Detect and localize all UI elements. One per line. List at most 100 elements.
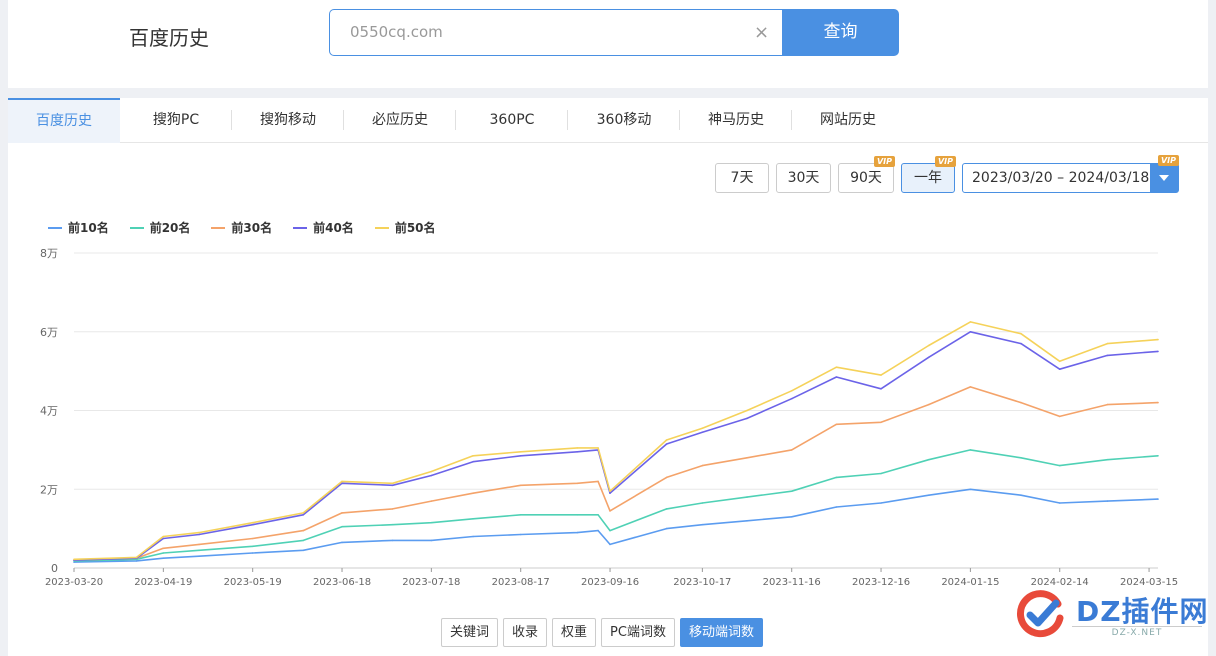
data-point <box>1020 342 1022 345</box>
data-point <box>746 457 748 459</box>
data-point <box>198 549 200 552</box>
data-point <box>519 455 522 457</box>
search-button[interactable]: 查询 <box>782 9 899 56</box>
data-point <box>472 535 474 538</box>
data-point <box>1157 455 1159 457</box>
data-point <box>927 344 930 347</box>
data-point <box>341 525 343 528</box>
data-point <box>609 510 611 512</box>
data-point <box>73 558 75 561</box>
data-point <box>472 455 474 457</box>
data-point <box>1058 415 1061 418</box>
indexed-button[interactable]: 收录 <box>503 618 548 647</box>
data-point <box>1020 494 1022 497</box>
data-point <box>790 516 793 518</box>
data-point <box>472 492 474 495</box>
data-point <box>576 447 579 449</box>
data-point <box>1106 342 1109 345</box>
data-point <box>198 533 200 536</box>
data-point <box>391 482 394 485</box>
search-input-value[interactable]: 0550cq.com <box>350 23 443 41</box>
data-point <box>1106 354 1109 357</box>
data-point <box>198 531 200 534</box>
data-point <box>1157 338 1159 341</box>
x-tick-label: 2023-08-17 <box>492 577 550 588</box>
x-tick-label: 2023-04-19 <box>134 577 192 588</box>
series-line-2 <box>73 449 1159 562</box>
data-point <box>1020 401 1022 404</box>
data-point <box>302 529 305 532</box>
series-line-3 <box>73 386 1159 561</box>
data-point <box>701 523 704 526</box>
data-point <box>135 560 138 562</box>
data-point <box>1157 498 1159 500</box>
data-point <box>746 520 748 522</box>
data-point <box>1157 401 1159 404</box>
data-point <box>969 321 972 323</box>
data-point <box>597 480 599 483</box>
data-point <box>880 421 882 424</box>
x-tick-label: 2024-01-15 <box>941 577 999 588</box>
data-point <box>251 523 254 526</box>
data-point <box>198 555 200 557</box>
data-point <box>597 529 599 532</box>
data-point <box>597 447 599 449</box>
watermark-url: DZ-X.NET <box>1072 626 1202 638</box>
data-point <box>609 490 611 493</box>
data-point <box>665 476 668 479</box>
data-point <box>927 356 930 359</box>
data-point <box>1058 360 1061 363</box>
data-point <box>927 494 930 497</box>
data-point <box>519 451 522 453</box>
series-line-5 <box>73 321 1159 561</box>
data-point <box>835 376 838 378</box>
data-point <box>1020 332 1022 335</box>
search-input[interactable]: 0550cq.com × <box>329 9 783 56</box>
weight-button[interactable]: 权重 <box>552 618 597 647</box>
data-point <box>1058 502 1061 504</box>
x-tick-label: 2023-10-17 <box>673 577 731 588</box>
data-point <box>609 492 611 495</box>
data-point <box>391 508 394 510</box>
data-point <box>251 537 254 540</box>
data-point <box>341 512 343 514</box>
data-point <box>198 543 200 546</box>
data-point <box>597 514 599 516</box>
data-point <box>576 514 579 516</box>
clear-icon[interactable]: × <box>754 22 769 43</box>
data-point <box>701 431 704 434</box>
data-point <box>162 547 165 550</box>
data-point <box>472 460 474 463</box>
data-point <box>1106 458 1109 461</box>
pc-word-count-button[interactable]: PC端词数 <box>601 618 675 647</box>
data-point <box>609 529 611 532</box>
data-point <box>302 512 305 514</box>
data-point <box>341 480 343 483</box>
y-tick-label: 0 <box>51 562 58 575</box>
data-point <box>430 539 433 542</box>
data-point <box>969 488 972 491</box>
data-point <box>790 490 793 493</box>
data-point <box>519 484 522 487</box>
data-point <box>519 514 522 516</box>
watermark: DZ插件网 DZ-X.NET <box>1010 584 1210 644</box>
x-tick-label: 2023-09-16 <box>581 577 639 588</box>
data-point <box>391 539 394 542</box>
data-point <box>391 523 394 526</box>
data-point <box>880 374 882 376</box>
mobile-word-count-button[interactable]: 移动端词数 <box>679 618 763 647</box>
data-point <box>251 552 254 554</box>
data-point <box>969 449 972 451</box>
data-point <box>835 476 838 479</box>
data-point <box>701 502 704 504</box>
keyword-button[interactable]: 关键词 <box>441 618 499 647</box>
data-point <box>576 451 579 453</box>
data-point <box>302 549 305 552</box>
data-point <box>576 482 579 485</box>
data-point <box>302 539 305 542</box>
data-point <box>1020 457 1022 459</box>
data-point <box>251 545 254 548</box>
data-point <box>701 427 704 430</box>
data-point <box>1058 464 1061 467</box>
page-title: 百度历史 <box>129 26 209 50</box>
